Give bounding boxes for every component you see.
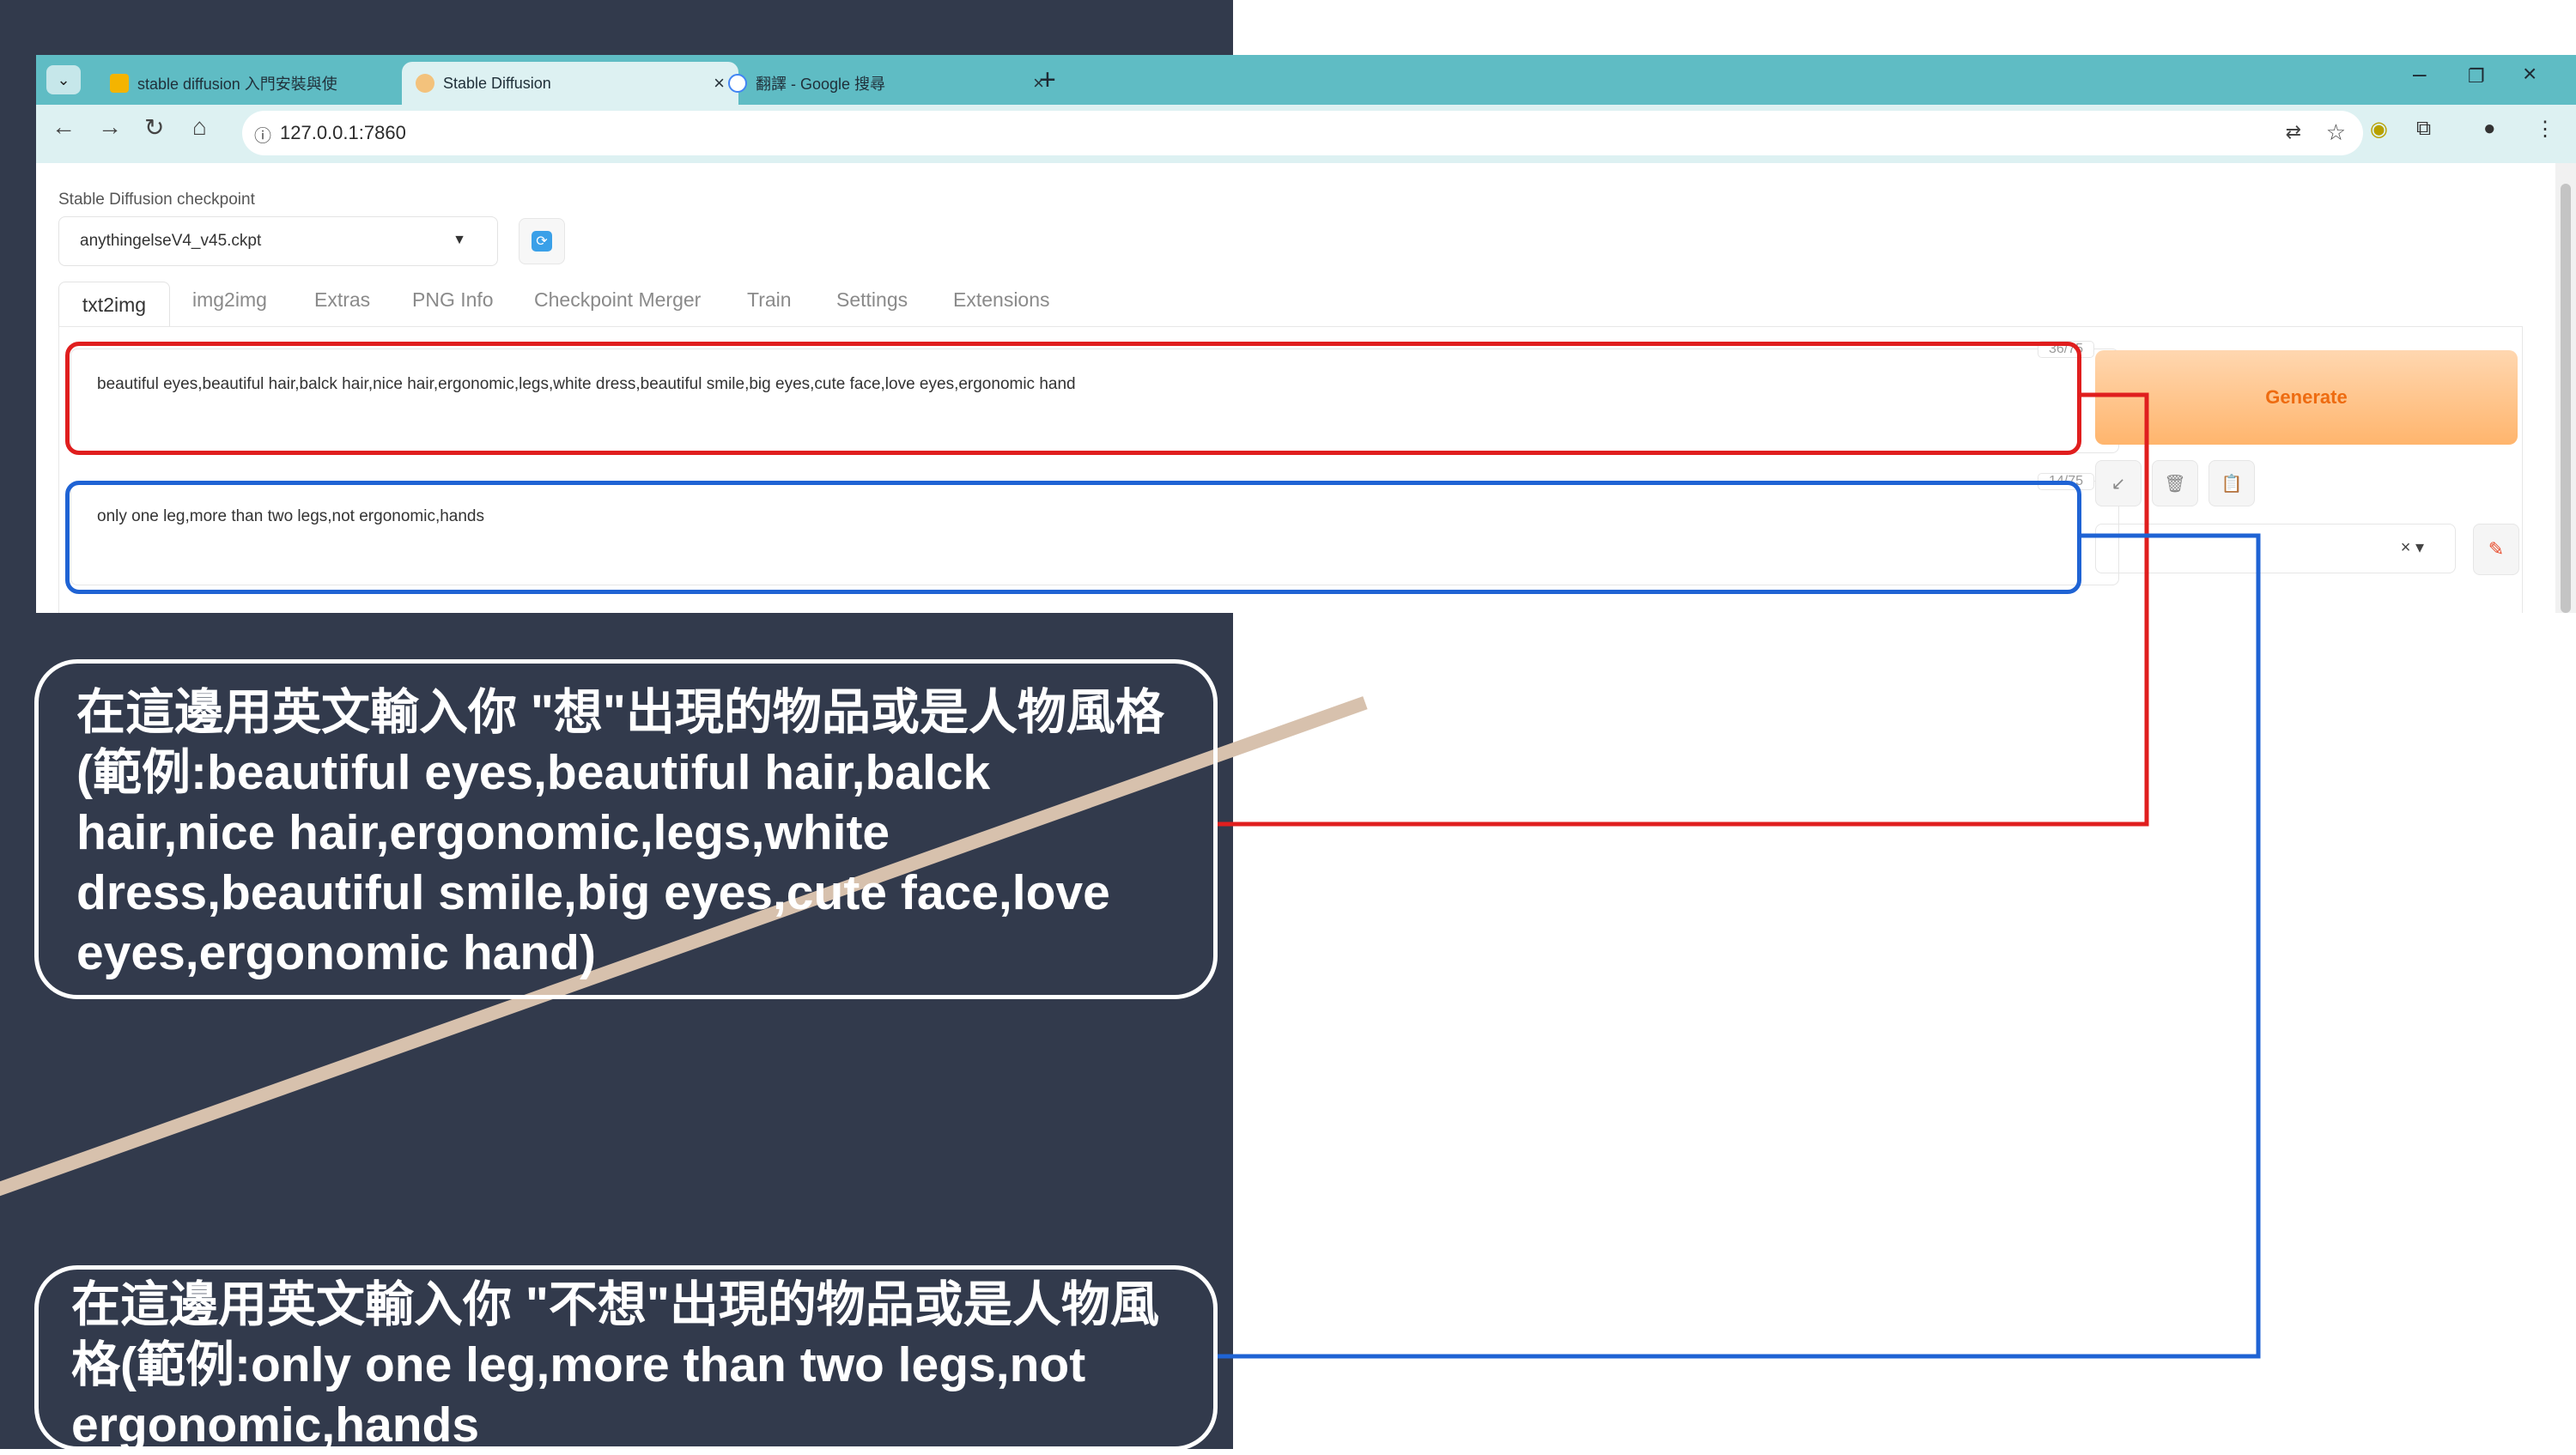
negative-prompt-callout: 在這邊用英文輸入你 "不想"出現的物品或是人物風格(範例:only one le… xyxy=(34,1265,1218,1452)
positive-connector xyxy=(1218,392,2149,827)
positive-prompt-callout: 在這邊用英文輸入你 "想"出現的物品或是人物風格(範例:beautiful ey… xyxy=(34,659,1218,999)
negative-connector xyxy=(1218,533,2261,1359)
